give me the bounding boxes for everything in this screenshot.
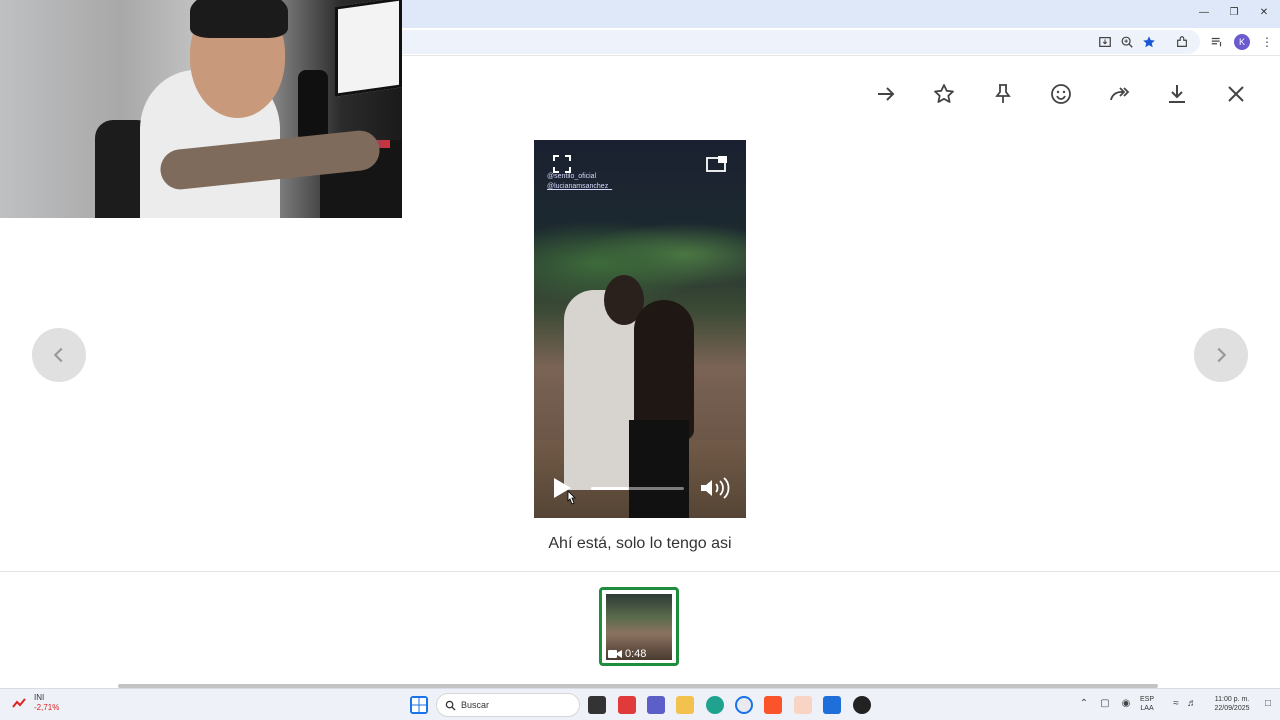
- stock-widget[interactable]: INI -2,71%: [34, 693, 59, 713]
- emoji-icon[interactable]: [1047, 80, 1075, 108]
- task-view-icon[interactable]: [588, 696, 606, 714]
- thumbnail-badge: 0:48: [608, 648, 646, 660]
- language-indicator[interactable]: ESP LAA: [1140, 695, 1154, 713]
- taskbar-search[interactable]: Buscar: [436, 693, 580, 717]
- previous-button[interactable]: [32, 328, 86, 382]
- screen: — ❐ ✕ K ⋮ @sentilo_oficial @lucianamsanc…: [0, 0, 1280, 720]
- maximize-icon[interactable]: ❐: [1220, 4, 1248, 22]
- webcam-scene-monitor: [335, 0, 402, 97]
- install-app-icon[interactable]: [1097, 34, 1113, 50]
- app-icon-dark[interactable]: [853, 696, 871, 714]
- minimize-icon[interactable]: —: [1190, 4, 1218, 22]
- mouse-cursor-icon: [565, 490, 577, 506]
- speaker-icon[interactable]: ♬: [1186, 698, 1198, 710]
- stock-widget-icon[interactable]: [12, 696, 26, 710]
- webcam-scene-hair: [190, 0, 288, 38]
- bookmark-star-icon[interactable]: [1141, 34, 1157, 50]
- video-progress-bar[interactable]: [591, 487, 684, 490]
- profile-avatar[interactable]: K: [1234, 34, 1250, 50]
- forward-icon[interactable]: [872, 80, 900, 108]
- webcam-scene-microphone: [298, 70, 328, 142]
- teams-icon[interactable]: [647, 696, 665, 714]
- edge-icon[interactable]: [706, 696, 724, 714]
- video-player[interactable]: @sentilo_oficial @lucianamsanchez_: [534, 140, 746, 518]
- divider: [0, 571, 1280, 572]
- clock-date: 22/09/2025: [1214, 705, 1250, 712]
- share-icon[interactable]: [1105, 80, 1133, 108]
- volume-icon[interactable]: [699, 476, 733, 500]
- store-icon[interactable]: [823, 696, 841, 714]
- ticker-name: INI: [34, 693, 45, 702]
- clock-time: 11:00 p. m.: [1214, 696, 1250, 703]
- media-thumbnail[interactable]: 0:48: [599, 587, 679, 666]
- notifications-icon[interactable]: □: [1262, 698, 1274, 710]
- picture-in-picture-icon[interactable]: [705, 154, 729, 174]
- ticker-change: -2,71%: [34, 703, 60, 712]
- media-caption: Ahí está, solo lo tengo asi: [548, 535, 732, 552]
- more-menu-icon[interactable]: ⋮: [1259, 34, 1275, 50]
- fullscreen-icon[interactable]: [552, 154, 572, 174]
- windows-taskbar: INI -2,71% Buscar ⌃ ▢ ◉ ESP LAA ≈ ♬ 11:0…: [0, 688, 1280, 720]
- close-window-icon[interactable]: ✕: [1250, 4, 1278, 22]
- star-icon[interactable]: [930, 80, 958, 108]
- chevron-up-icon[interactable]: ⌃: [1078, 698, 1090, 710]
- wifi-icon[interactable]: ≈: [1170, 698, 1182, 710]
- video-scene-hair: [634, 300, 694, 440]
- video-progress-fill: [591, 487, 629, 490]
- zoom-icon[interactable]: [1119, 34, 1135, 50]
- video-credit-2: @lucianamsanchez_: [547, 183, 613, 190]
- video-scene-person-2: [629, 420, 689, 518]
- app-icon-red[interactable]: [618, 696, 636, 714]
- download-icon[interactable]: [1163, 80, 1191, 108]
- webcam-overlay: [0, 0, 402, 218]
- clock[interactable]: 11:00 p. m. 22/09/2025: [1206, 695, 1258, 713]
- media-controls-icon[interactable]: [1209, 34, 1225, 50]
- extensions-icon[interactable]: [1174, 34, 1190, 50]
- thumbnail-duration: 0:48: [625, 648, 647, 660]
- next-button[interactable]: [1194, 328, 1248, 382]
- start-windows-icon[interactable]: [410, 696, 428, 714]
- chevron-right-icon: [1217, 347, 1227, 363]
- chevron-left-icon: [53, 347, 63, 363]
- language-code: ESP: [1140, 696, 1155, 703]
- video-camera-icon: [608, 650, 622, 658]
- keyboard-layout: LAA: [1140, 705, 1154, 712]
- microphone-icon[interactable]: ◉: [1120, 698, 1132, 710]
- file-explorer-icon[interactable]: [676, 696, 694, 714]
- pin-icon[interactable]: [989, 80, 1017, 108]
- chrome-icon[interactable]: [735, 696, 753, 714]
- close-icon[interactable]: [1222, 80, 1250, 108]
- search-icon: [445, 700, 456, 711]
- tray-app-icon[interactable]: ▢: [1099, 698, 1111, 710]
- search-placeholder: Buscar: [461, 700, 490, 710]
- app-icon-peach[interactable]: [794, 696, 812, 714]
- brave-icon[interactable]: [764, 696, 782, 714]
